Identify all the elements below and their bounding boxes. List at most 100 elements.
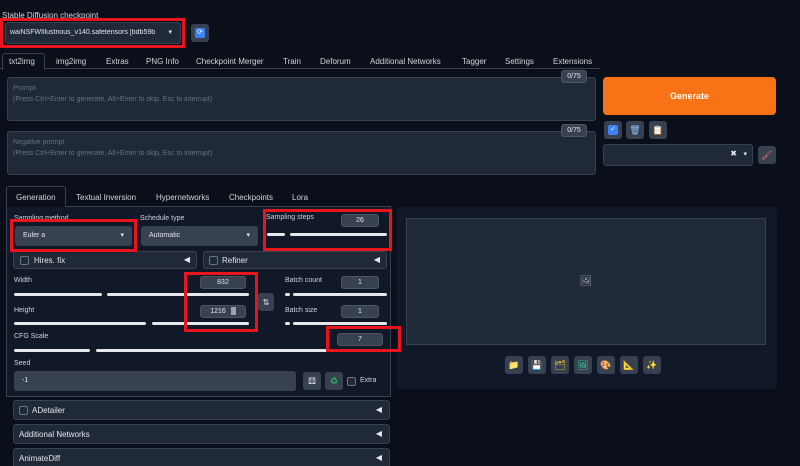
tab-deforum[interactable]: Deforum — [320, 57, 351, 66]
clipboard-button[interactable]: 📋 — [649, 121, 667, 139]
hires-fix-accordion[interactable]: Hires. fix ◀ — [13, 251, 197, 269]
clipboard-icon: 📋 — [652, 124, 664, 135]
negative-prompt-textarea[interactable]: Negative prompt (Press Ctrl+Enter to gen… — [7, 131, 596, 175]
additional-networks-accordion[interactable]: Additional Networks ◀ — [13, 424, 390, 444]
open-folder-button[interactable]: 📁 — [505, 356, 523, 374]
width-label: Width — [14, 277, 32, 284]
sub-tab-hypernetworks[interactable]: Hypernetworks — [156, 193, 209, 202]
zip-icon: 🗂 — [554, 359, 566, 370]
sampling-steps-slider-track[interactable] — [290, 233, 387, 236]
edit-styles-button[interactable]: 🖌 — [758, 146, 776, 164]
adetailer-checkbox[interactable] — [19, 406, 28, 415]
sampling-steps-label: Sampling steps — [266, 214, 314, 221]
generate-button[interactable]: Generate — [603, 77, 776, 115]
send-to-upscale-button[interactable]: ✨ — [643, 356, 661, 374]
reuse-seed-button[interactable]: ♻ — [325, 372, 343, 390]
cfg-scale-input[interactable]: 7 — [337, 333, 383, 346]
sub-tab-textual-inversion[interactable]: Textual Inversion — [76, 193, 136, 202]
animatediff-accordion[interactable]: AnimateDiff ◀ — [13, 448, 390, 466]
tab-png-info[interactable]: PNG Info — [146, 57, 179, 66]
random-seed-button[interactable]: ⚄ — [303, 372, 321, 390]
chevron-down-icon: ▾ — [246, 232, 250, 239]
prompt-textarea[interactable]: Prompt (Press Ctrl+Enter to generate, Al… — [7, 77, 596, 121]
refiner-accordion[interactable]: Refiner ◀ — [203, 251, 387, 269]
styles-dropdown[interactable]: ✖ ▾ — [603, 144, 753, 166]
schedule-type-dropdown[interactable]: Automatic ▾ — [141, 226, 258, 246]
schedule-type-label: Schedule type — [140, 215, 185, 222]
collapse-arrow-icon: ◀ — [375, 429, 382, 438]
sparkles-icon: ✨ — [646, 359, 658, 370]
seed-value: -1 — [22, 377, 29, 384]
folder-icon: 📁 — [508, 359, 520, 370]
sampling-steps-slider[interactable] — [267, 233, 285, 236]
tab-img2img[interactable]: img2img — [56, 57, 86, 66]
batch-count-slider[interactable] — [285, 293, 290, 296]
batch-size-input[interactable]: 1 — [341, 305, 379, 318]
sampling-steps-input[interactable]: 26 — [341, 214, 379, 227]
sub-tab-generation[interactable]: Generation — [16, 193, 56, 202]
batch-count-slider-track[interactable] — [293, 293, 387, 296]
height-input[interactable]: 1216 — [200, 305, 246, 318]
refresh-icon: ⟳ — [195, 28, 205, 38]
tab-extensions[interactable]: Extensions — [553, 57, 592, 66]
send-to-extras-button[interactable]: 📐 — [620, 356, 638, 374]
tab-txt2img[interactable]: txt2img — [9, 57, 35, 66]
tab-additional-networks[interactable]: Additional Networks — [370, 57, 441, 66]
refiner-checkbox[interactable] — [209, 256, 218, 265]
prompt-token-counter: 0/75 — [561, 70, 587, 83]
height-label: Height — [14, 307, 35, 314]
send-to-img2img-button[interactable]: 🖼 — [574, 356, 592, 374]
sampling-method-dropdown[interactable]: Euler a ▾ — [15, 226, 132, 246]
sampling-method-value: Euler a — [23, 232, 46, 239]
width-input[interactable]: 832 — [200, 276, 246, 289]
sub-tab-checkpoints[interactable]: Checkpoints — [229, 193, 273, 202]
tab-settings[interactable]: Settings — [505, 57, 534, 66]
checkpoint-value: waiNSFWIllustrious_v140.safetensors [bdb… — [10, 29, 156, 36]
chevron-down-icon: ▾ — [168, 29, 172, 36]
trash-icon: 🗑 — [629, 124, 641, 135]
hires-fix-checkbox[interactable] — [20, 256, 29, 265]
collapse-arrow-icon: ◀ — [375, 453, 382, 462]
send-to-inpaint-button[interactable]: 🎨 — [597, 356, 615, 374]
spinner-icon — [230, 307, 236, 316]
batch-size-slider-track[interactable] — [293, 322, 387, 325]
width-slider[interactable] — [14, 293, 102, 296]
extra-seed-label: Extra — [360, 377, 377, 384]
sub-tab-lora[interactable]: Lora — [292, 193, 308, 202]
image-icon: 🖼 — [577, 359, 589, 370]
cfg-scale-slider[interactable] — [14, 349, 90, 352]
trash-button[interactable]: 🗑 — [626, 121, 644, 139]
batch-size-label: Batch size — [285, 307, 318, 314]
tab-extras[interactable]: Extras — [106, 57, 129, 66]
seed-input[interactable]: -1 — [14, 371, 296, 391]
batch-count-label: Batch count — [285, 277, 322, 284]
checkpoint-label: Stable Diffusion checkpoint — [2, 11, 99, 20]
generate-button-label: Generate — [669, 91, 710, 101]
tab-train[interactable]: Train — [283, 57, 301, 66]
swap-dimensions-button[interactable]: ⇅ — [258, 293, 274, 311]
refresh-checkpoint-button[interactable]: ⟳ — [191, 24, 209, 42]
height-slider-track[interactable] — [152, 322, 249, 325]
save-button[interactable]: 💾 — [528, 356, 546, 374]
zip-button[interactable]: 🗂 — [551, 356, 569, 374]
chevron-down-icon: ▾ — [120, 232, 124, 239]
chevron-down-icon: ▾ — [743, 151, 747, 158]
extra-seed-checkbox[interactable] — [347, 377, 356, 386]
cfg-scale-slider-track[interactable] — [96, 349, 387, 352]
read-params-button[interactable]: ✓ — [604, 121, 622, 139]
sampling-method-label: Sampling method — [14, 215, 69, 222]
checkbox-icon: ✓ — [608, 125, 618, 135]
tab-checkpoint-merger[interactable]: Checkpoint Merger — [196, 57, 264, 66]
swap-icon: ⇅ — [262, 297, 270, 307]
adetailer-accordion[interactable]: ADetailer ◀ — [13, 400, 390, 420]
adetailer-label: ADetailer — [32, 406, 65, 415]
batch-count-input[interactable]: 1 — [341, 276, 379, 289]
width-slider-track[interactable] — [107, 293, 249, 296]
batch-size-slider[interactable] — [285, 322, 290, 325]
cfg-scale-label: CFG Scale — [14, 333, 49, 340]
dice-icon: ⚄ — [308, 375, 316, 386]
tab-tagger[interactable]: Tagger — [462, 57, 486, 66]
height-slider[interactable] — [14, 322, 146, 325]
collapse-arrow-icon: ◀ — [373, 255, 380, 264]
checkpoint-dropdown[interactable]: waiNSFWIllustrious_v140.safetensors [bdb… — [5, 22, 181, 44]
